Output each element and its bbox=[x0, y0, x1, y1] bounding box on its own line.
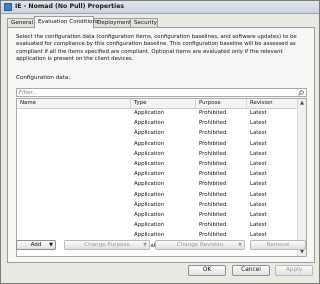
column-header-revision[interactable]: Revision bbox=[247, 99, 300, 108]
cancel-button[interactable]: Cancel bbox=[232, 265, 270, 276]
table-row[interactable]: Application Prohibited Latest bbox=[17, 150, 300, 159]
cell-revision: Latest bbox=[250, 150, 267, 157]
filter-input[interactable]: Filter... bbox=[16, 88, 307, 97]
table-row[interactable]: Application Prohibited Latest bbox=[17, 160, 300, 169]
cell-purpose: Prohibited bbox=[199, 181, 227, 188]
scroll-up-icon[interactable]: ▲ bbox=[299, 100, 305, 106]
table-row[interactable]: Application Prohibited Latest bbox=[17, 221, 300, 230]
cell-purpose: Prohibited bbox=[199, 212, 227, 218]
grid-header: Name Type Purpose Revision bbox=[17, 99, 300, 109]
cell-purpose: Prohibited bbox=[199, 120, 227, 127]
cell-name bbox=[17, 150, 131, 159]
cell-revision: Latest bbox=[250, 222, 267, 229]
search-icon[interactable] bbox=[298, 90, 304, 96]
cell-revision: Latest bbox=[250, 120, 267, 127]
cell-purpose: Prohibited bbox=[199, 222, 227, 229]
cell-type: Application bbox=[134, 181, 165, 188]
cell-purpose: Prohibited bbox=[199, 161, 227, 167]
cell-type: Application bbox=[134, 191, 165, 198]
filter-placeholder: Filter... bbox=[19, 90, 38, 96]
cell-purpose: Prohibited bbox=[199, 140, 227, 147]
cell-name bbox=[17, 109, 131, 118]
cell-type: Application bbox=[134, 120, 165, 127]
column-header-type[interactable]: Type bbox=[131, 99, 196, 108]
ok-button[interactable]: OK bbox=[188, 265, 226, 276]
table-row[interactable]: Application Prohibited Latest bbox=[17, 191, 300, 200]
table-row[interactable]: Application Prohibited Latest bbox=[17, 211, 300, 220]
cell-purpose: Prohibited bbox=[199, 201, 227, 208]
add-button[interactable]: Add ▼ bbox=[16, 240, 56, 250]
cell-revision: Latest bbox=[250, 130, 267, 137]
chevron-down-icon: ▼ bbox=[49, 242, 53, 248]
configuration-data-grid[interactable]: Name Type Purpose Revision Application Pr… bbox=[16, 98, 307, 257]
cell-purpose: Prohibited bbox=[199, 130, 227, 137]
cell-name bbox=[17, 170, 131, 179]
properties-dialog: IE - Nomad (No Pull) Properties General … bbox=[0, 0, 320, 284]
cell-name bbox=[17, 221, 131, 230]
cell-type: Application bbox=[134, 140, 165, 147]
table-row[interactable]: Application Prohibited Latest bbox=[17, 129, 300, 138]
title-bar[interactable]: IE - Nomad (No Pull) Properties bbox=[1, 1, 319, 14]
cell-type: Application bbox=[134, 161, 165, 167]
cell-name bbox=[17, 180, 131, 189]
cell-type: Application bbox=[134, 222, 165, 229]
add-button-label: Add bbox=[30, 242, 42, 248]
cell-purpose: Prohibited bbox=[199, 191, 227, 198]
cell-revision: Latest bbox=[250, 181, 267, 188]
chevron-down-icon: ▼ bbox=[238, 242, 242, 248]
change-revision-button[interactable]: Change Revision ▼ bbox=[155, 240, 245, 250]
table-row[interactable]: Application Prohibited Latest bbox=[17, 170, 300, 179]
cell-name bbox=[17, 191, 131, 200]
cell-type: Application bbox=[134, 130, 165, 137]
column-header-name[interactable]: Name bbox=[17, 99, 131, 108]
cell-revision: Latest bbox=[250, 171, 267, 178]
tab-panel: Select the configuration data (configura… bbox=[7, 27, 315, 263]
cell-revision: Latest bbox=[250, 140, 267, 147]
column-header-purpose[interactable]: Purpose bbox=[196, 99, 247, 108]
change-purpose-label: Change Purpose bbox=[84, 242, 130, 248]
cell-revision: Latest bbox=[250, 201, 267, 208]
app-icon bbox=[4, 3, 12, 11]
cell-revision: Latest bbox=[250, 161, 267, 167]
cell-purpose: Prohibited bbox=[199, 110, 227, 116]
cell-purpose: Prohibited bbox=[199, 150, 227, 157]
cell-type: Application bbox=[134, 201, 165, 208]
cell-type: Application bbox=[134, 150, 165, 157]
chevron-down-icon: ▼ bbox=[143, 242, 147, 248]
apply-button[interactable]: Apply bbox=[275, 265, 313, 276]
remove-button[interactable]: Remove bbox=[250, 240, 306, 250]
cell-name bbox=[17, 129, 131, 138]
vertical-scrollbar[interactable]: ▲ ▼ bbox=[297, 99, 306, 256]
cell-name bbox=[17, 160, 131, 169]
tab-security[interactable]: Security bbox=[130, 18, 158, 27]
tab-evaluation-conditions[interactable]: Evaluation Conditions bbox=[34, 16, 99, 28]
table-row[interactable]: Application Prohibited Latest bbox=[17, 201, 300, 210]
description-text: Select the configuration data (configura… bbox=[16, 34, 297, 62]
configuration-data-label: Configuration data: bbox=[16, 75, 71, 81]
window-title: IE - Nomad (No Pull) Properties bbox=[15, 3, 125, 10]
cell-revision: Latest bbox=[250, 212, 267, 218]
table-row[interactable]: Application Prohibited Latest bbox=[17, 109, 300, 118]
table-row[interactable]: Application Prohibited Latest bbox=[17, 180, 300, 189]
cell-name bbox=[17, 140, 131, 149]
cell-revision: Latest bbox=[250, 191, 267, 198]
change-revision-label: Change Revision bbox=[176, 242, 224, 248]
cell-type: Application bbox=[134, 171, 165, 178]
cell-type: Application bbox=[134, 110, 165, 116]
cell-name bbox=[17, 119, 131, 128]
cell-purpose: Prohibited bbox=[199, 171, 227, 178]
cell-name bbox=[17, 211, 131, 220]
cell-revision: Latest bbox=[250, 110, 267, 116]
table-row[interactable]: Application Prohibited Latest bbox=[17, 140, 300, 149]
table-row[interactable]: Application Prohibited Latest bbox=[17, 119, 300, 128]
change-purpose-button[interactable]: Change Purpose ▼ bbox=[64, 240, 150, 250]
cell-type: Application bbox=[134, 212, 165, 218]
tab-general[interactable]: General bbox=[7, 18, 35, 27]
cell-name bbox=[17, 201, 131, 210]
